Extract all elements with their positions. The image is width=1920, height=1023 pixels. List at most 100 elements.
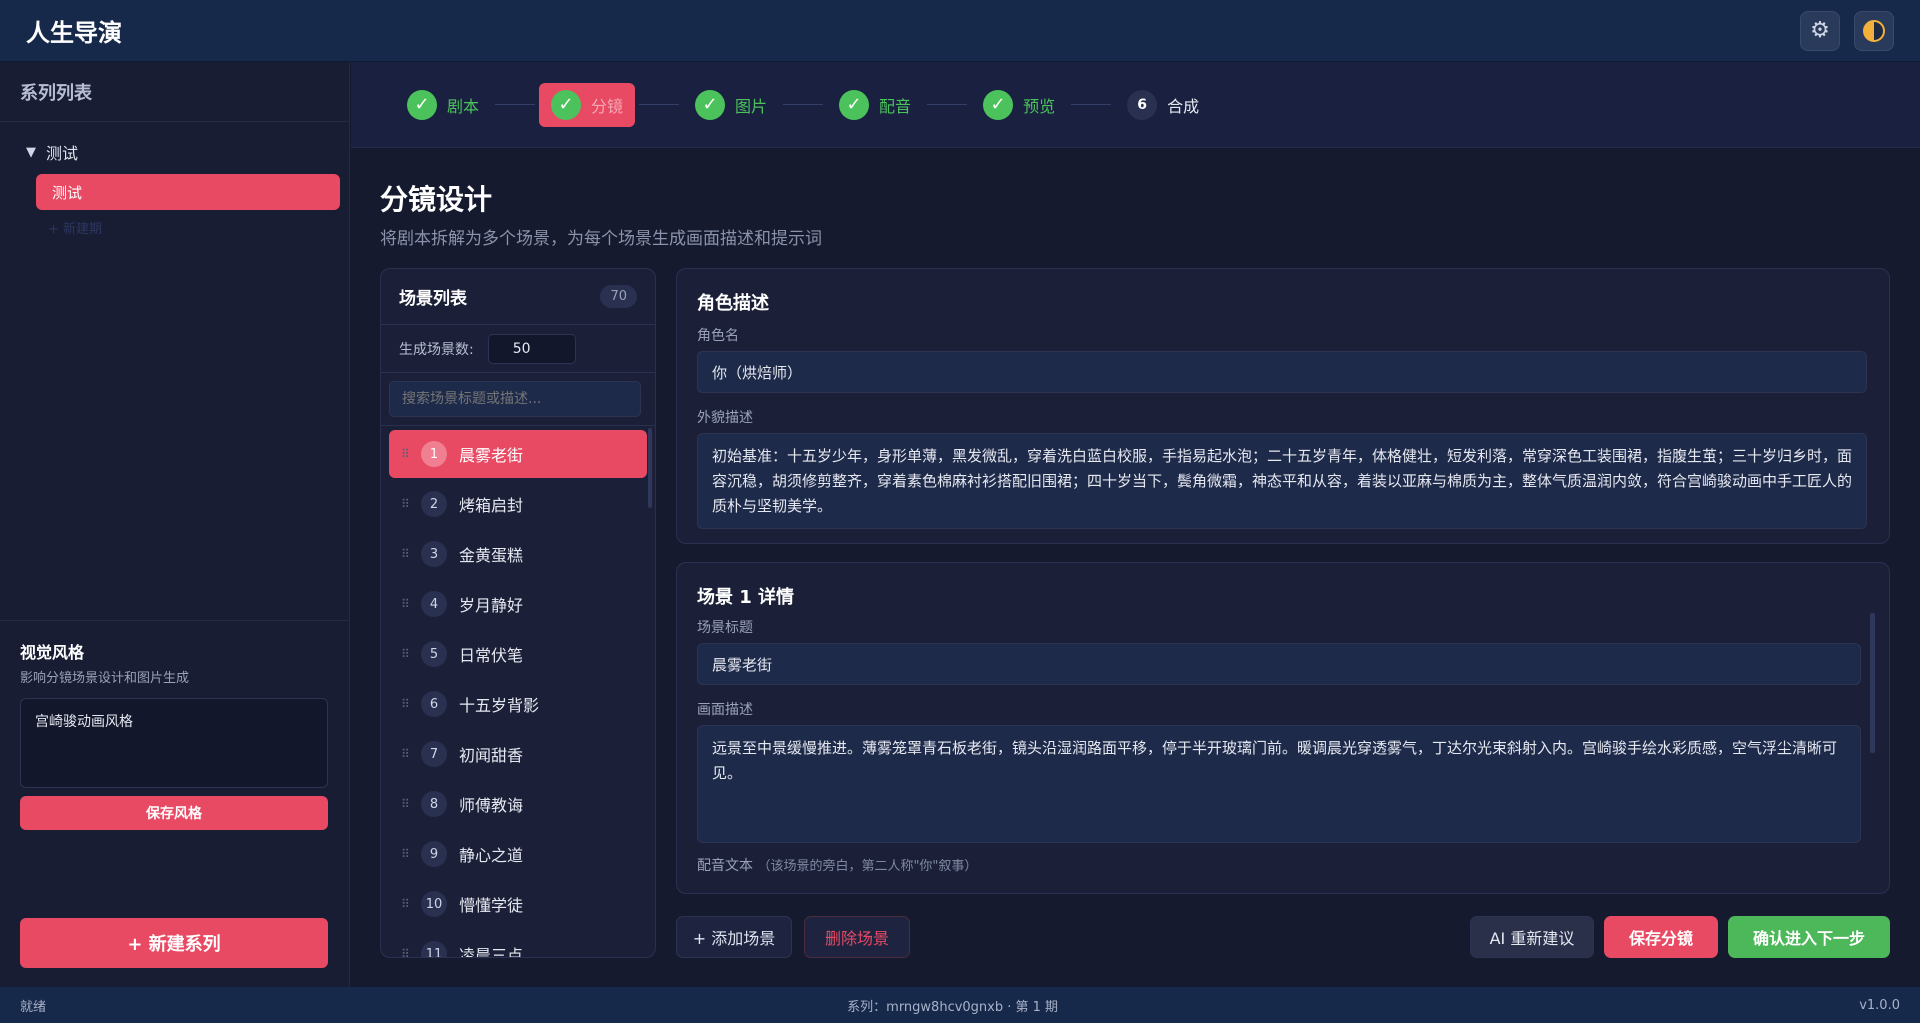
delete-scene-button[interactable]: 删除场景 — [804, 916, 910, 958]
scene-detail-scrollbar[interactable] — [1870, 613, 1875, 753]
drag-handle-icon[interactable]: ⠿ — [401, 547, 410, 561]
scene-desc-label: 画面描述 — [697, 702, 753, 718]
caret-down-icon[interactable]: ▼ — [26, 145, 36, 160]
scene-list-scrollbar[interactable] — [648, 428, 652, 508]
theme-toggle-button[interactable] — [1854, 10, 1894, 51]
scene-number: 2 — [421, 491, 447, 517]
scene-item[interactable]: ⠿ 11 凌晨三点 — [389, 930, 647, 958]
scene-search-input[interactable] — [389, 381, 641, 417]
scene-number: 6 — [421, 691, 447, 717]
generate-count-input[interactable]: 50 — [487, 333, 576, 364]
scene-item[interactable]: ⠿ 5 日常伏笔 — [389, 630, 647, 678]
step-images[interactable]: ✓ 图片 — [683, 83, 779, 127]
check-icon: ✓ — [983, 89, 1014, 120]
drag-handle-icon[interactable]: ⠿ — [401, 847, 410, 861]
step-voice[interactable]: ✓ 配音 — [827, 83, 923, 127]
appearance-textarea[interactable]: 初始基准：十五岁少年，身形单薄，黑发微乱，穿着洗白蓝白校服，手指易起水泡；二十五… — [697, 433, 1867, 529]
drag-handle-icon[interactable]: ⠿ — [401, 597, 410, 611]
theme-toggle-icon — [1863, 19, 1885, 42]
generate-count-row: 生成场景数: 50 — [381, 325, 655, 373]
scene-title: 凌晨三点 — [459, 946, 524, 958]
scene-number: 11 — [421, 941, 447, 957]
scene-title: 烤箱启封 — [459, 496, 524, 515]
step-label: 合成 — [1167, 96, 1200, 116]
scene-item[interactable]: ⠿ 10 懵懂学徒 — [389, 880, 647, 928]
scene-number: 8 — [421, 791, 447, 817]
scene-item[interactable]: ⠿ 1 晨雾老街 — [389, 430, 647, 478]
scene-item[interactable]: ⠿ 3 金黄蛋糕 — [389, 530, 647, 578]
scene-title: 十五岁背影 — [459, 696, 540, 715]
step-script[interactable]: ✓ 剧本 — [395, 83, 491, 127]
drag-handle-icon[interactable]: ⠿ — [401, 697, 410, 711]
series-item[interactable]: ▼ 测试 — [26, 140, 323, 164]
drag-handle-icon[interactable]: ⠿ — [401, 947, 410, 957]
step-storyboard[interactable]: ✓ 分镜 — [539, 82, 636, 127]
scene-list-title: 场景列表 — [399, 289, 467, 309]
step-label: 剧本 — [447, 96, 480, 116]
scene-item[interactable]: ⠿ 6 十五岁背影 — [389, 680, 647, 728]
app-title: 人生导演 — [26, 19, 122, 47]
new-series-button[interactable]: + 新建系列 — [20, 918, 328, 968]
scene-count-badge: 70 — [600, 285, 637, 308]
page-subtitle: 将剧本拆解为多个场景，为每个场景生成画面描述和提示词 — [380, 229, 822, 249]
drag-handle-icon[interactable]: ⠿ — [401, 447, 410, 461]
step-label: 分镜 — [591, 96, 624, 116]
step-preview[interactable]: ✓ 预览 — [971, 83, 1067, 127]
scene-title: 金黄蛋糕 — [459, 546, 524, 565]
scene-title: 岁月静好 — [459, 596, 524, 615]
step-compose[interactable]: 6 合成 — [1115, 83, 1211, 127]
scene-title: 师傅教诲 — [459, 796, 524, 815]
top-actions: ⚙ — [1800, 10, 1894, 51]
settings-button[interactable]: ⚙ — [1800, 10, 1840, 51]
character-title: 角色描述 — [697, 293, 769, 314]
scene-number: 4 — [421, 591, 447, 617]
scene-number: 1 — [421, 441, 447, 467]
scene-list: ⠿ 1 晨雾老街 ⠿ 2 烤箱启封 ⠿ 3 金黄蛋糕 ⠿ 4 岁月静好 ⠿ 5 … — [381, 426, 655, 958]
scene-number: 5 — [421, 641, 447, 667]
ai-suggest-button[interactable]: AI 重新建议 — [1470, 916, 1594, 958]
step-connector — [783, 104, 824, 105]
drag-handle-icon[interactable]: ⠿ — [401, 747, 410, 761]
character-name-input[interactable]: 你（烘焙师） — [697, 351, 1867, 393]
scene-title-input[interactable]: 晨雾老街 — [697, 643, 1861, 685]
add-scene-button[interactable]: + 添加场景 — [676, 916, 792, 958]
visual-style-panel: 视觉风格 影响分镜场景设计和图片生成 宫崎骏动画风格 保存风格 — [0, 620, 350, 848]
status-bar: 就绪 系列：mrngw8hcv0gnxb · 第 1 期 v1.0.0 — [0, 987, 1920, 1023]
check-icon: ✓ — [695, 89, 726, 120]
scene-title: 日常伏笔 — [459, 646, 524, 665]
status-series-info: 系列：mrngw8hcv0gnxb · 第 1 期 — [847, 999, 1059, 1015]
workflow-stepper: ✓ 剧本 ✓ 分镜 ✓ 图片 ✓ 配音 ✓ 预览 6 合成 — [351, 62, 1920, 148]
step-label: 配音 — [879, 96, 912, 116]
scene-title: 晨雾老街 — [459, 446, 524, 465]
drag-handle-icon[interactable]: ⠿ — [401, 797, 410, 811]
drag-handle-icon[interactable]: ⠿ — [401, 647, 410, 661]
scene-item[interactable]: ⠿ 8 师傅教诲 — [389, 780, 647, 828]
episode-item[interactable]: 测试 — [36, 174, 340, 210]
save-storyboard-button[interactable]: 保存分镜 — [1604, 916, 1718, 958]
step-connector — [927, 104, 968, 105]
step-connector — [639, 104, 680, 105]
gear-icon: ⚙ — [1810, 18, 1830, 43]
scene-item[interactable]: ⠿ 7 初闻甜香 — [389, 730, 647, 778]
voice-text-label: 配音文本 — [697, 858, 753, 874]
scene-item[interactable]: ⠿ 4 岁月静好 — [389, 580, 647, 628]
confirm-next-button[interactable]: 确认进入下一步 — [1728, 916, 1890, 958]
style-textarea[interactable]: 宫崎骏动画风格 — [20, 698, 328, 788]
generate-count-label: 生成场景数: — [399, 341, 474, 358]
character-name-label: 角色名 — [697, 328, 739, 344]
step-label: 预览 — [1023, 96, 1056, 116]
appearance-label: 外貌描述 — [697, 410, 753, 426]
drag-handle-icon[interactable]: ⠿ — [401, 497, 410, 511]
scene-item[interactable]: ⠿ 9 静心之道 — [389, 830, 647, 878]
scene-number: 7 — [421, 741, 447, 767]
scene-desc-textarea[interactable]: 远景至中景缓慢推进。薄雾笼罩青石板老街，镜头沿湿润路面平移，停于半开玻璃门前。暖… — [697, 725, 1861, 843]
step-label: 图片 — [735, 96, 768, 116]
add-episode-link[interactable]: + 新建期 — [48, 218, 323, 237]
version-label: v1.0.0 — [1859, 997, 1900, 1013]
check-icon: ✓ — [551, 89, 582, 120]
sidebar-header: 系列列表 — [0, 62, 349, 122]
drag-handle-icon[interactable]: ⠿ — [401, 897, 410, 911]
save-style-button[interactable]: 保存风格 — [20, 796, 328, 830]
series-label: 测试 — [46, 144, 79, 163]
scene-item[interactable]: ⠿ 2 烤箱启封 — [389, 480, 647, 528]
